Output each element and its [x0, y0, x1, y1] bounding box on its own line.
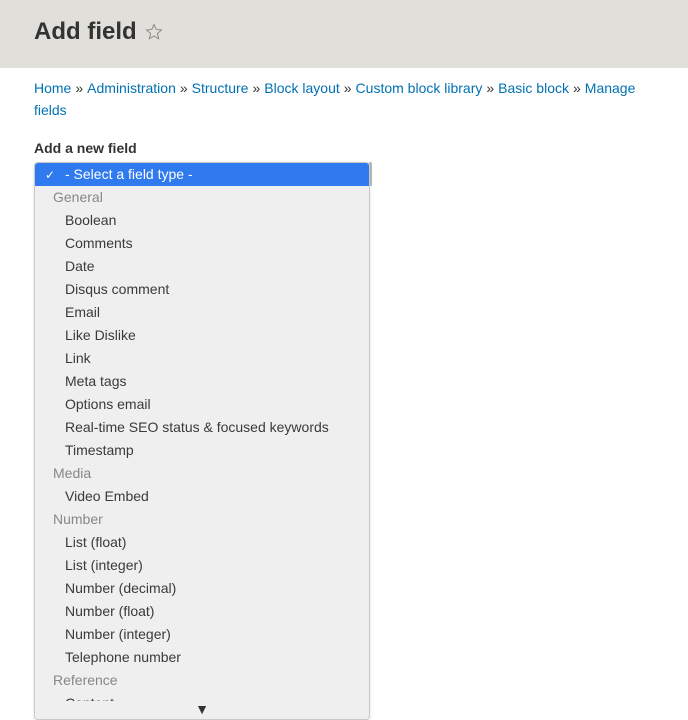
- field-type-select[interactable]: - Select a field type -GeneralBooleanCom…: [34, 162, 370, 720]
- option-group-general: General: [35, 186, 369, 209]
- breadcrumb-link[interactable]: Structure: [192, 80, 249, 96]
- option-placeholder[interactable]: - Select a field type -: [35, 163, 369, 186]
- breadcrumb-separator: »: [248, 80, 264, 96]
- breadcrumb-link[interactable]: Home: [34, 80, 71, 96]
- option-item[interactable]: Telephone number: [35, 646, 369, 669]
- breadcrumb-separator: »: [71, 80, 87, 96]
- option-group-media: Media: [35, 462, 369, 485]
- option-item[interactable]: Boolean: [35, 209, 369, 232]
- option-item[interactable]: Email: [35, 301, 369, 324]
- breadcrumb-link[interactable]: Basic block: [498, 80, 569, 96]
- field-label: Add a new field: [34, 140, 654, 156]
- chevron-down-icon: ▼: [195, 701, 209, 717]
- option-group-number: Number: [35, 508, 369, 531]
- option-item[interactable]: Meta tags: [35, 370, 369, 393]
- option-item[interactable]: Comments: [35, 232, 369, 255]
- option-item[interactable]: Options email: [35, 393, 369, 416]
- option-item[interactable]: Disqus comment: [35, 278, 369, 301]
- breadcrumb-separator: »: [569, 80, 585, 96]
- option-item[interactable]: List (integer): [35, 554, 369, 577]
- breadcrumb-link[interactable]: Administration: [87, 80, 176, 96]
- option-item[interactable]: Link: [35, 347, 369, 370]
- option-item[interactable]: List (float): [35, 531, 369, 554]
- option-item[interactable]: Date: [35, 255, 369, 278]
- breadcrumb-separator: »: [340, 80, 356, 96]
- page-title: Add field: [34, 18, 137, 46]
- breadcrumb-link[interactable]: Block layout: [264, 80, 339, 96]
- breadcrumbs: Home»Administration»Structure»Block layo…: [0, 68, 688, 140]
- breadcrumb-link[interactable]: Custom block library: [356, 80, 483, 96]
- option-item[interactable]: Number (integer): [35, 623, 369, 646]
- form-add-field: Add a new field - Select a field type -G…: [0, 140, 688, 720]
- header-bar: Add field: [0, 0, 688, 68]
- option-item[interactable]: Number (decimal): [35, 577, 369, 600]
- option-item[interactable]: Timestamp: [35, 439, 369, 462]
- star-icon[interactable]: [145, 23, 163, 41]
- field-type-dropdown[interactable]: - Select a field type -GeneralBooleanCom…: [34, 162, 370, 720]
- option-item[interactable]: Real-time SEO status & focused keywords: [35, 416, 369, 439]
- option-item[interactable]: Number (float): [35, 600, 369, 623]
- option-item[interactable]: Like Dislike: [35, 324, 369, 347]
- option-item[interactable]: Video Embed: [35, 485, 369, 508]
- breadcrumb-separator: »: [176, 80, 192, 96]
- option-group-reference: Reference: [35, 669, 369, 692]
- breadcrumb-separator: »: [482, 80, 498, 96]
